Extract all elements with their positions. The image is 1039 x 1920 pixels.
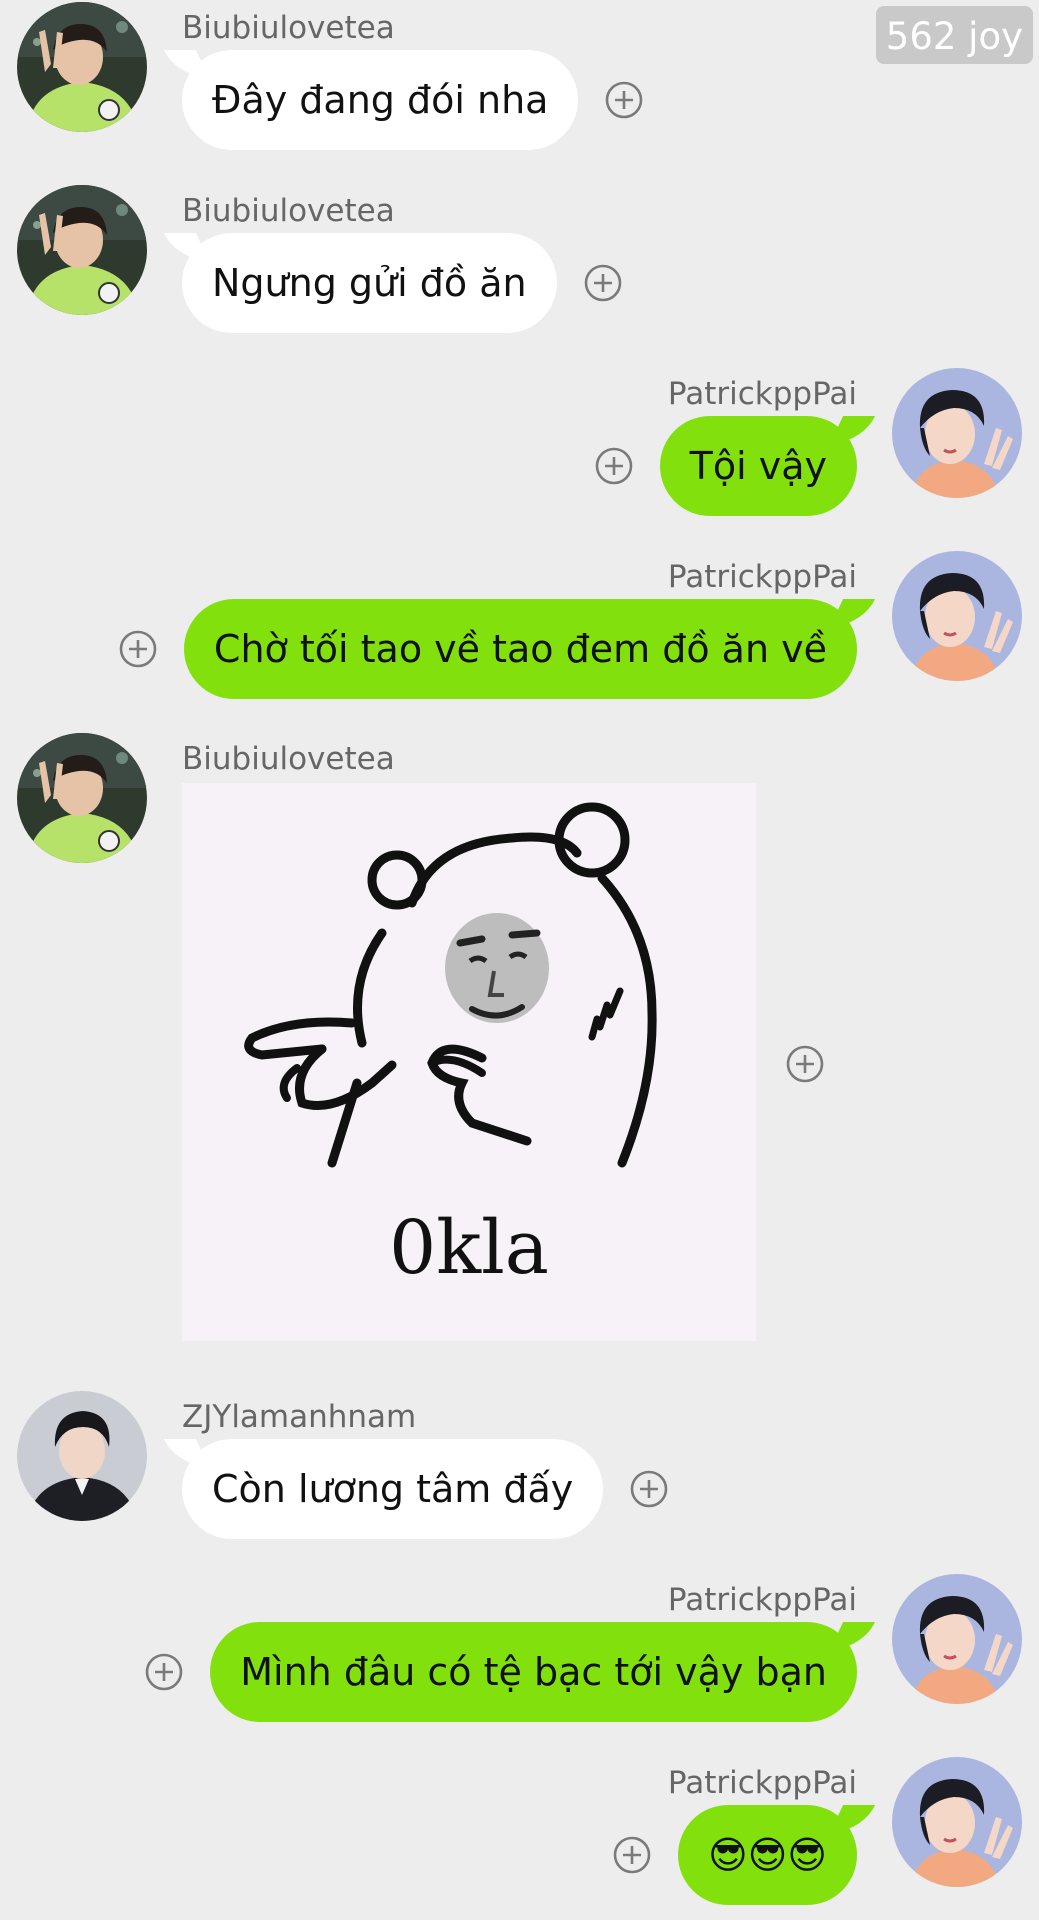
plus-circle-icon[interactable] xyxy=(629,1469,669,1509)
message-bubble[interactable]: 😎😎😎 xyxy=(678,1805,857,1905)
message-bubble[interactable]: Chờ tối tao về tao đem đồ ăn về xyxy=(183,599,857,699)
sticker-image[interactable]: 0kla xyxy=(182,783,756,1341)
avatar-patrickpppai[interactable] xyxy=(892,1574,1022,1704)
message-bubble[interactable]: Mình đâu có tệ bạc tới vậy bạn xyxy=(210,1622,857,1722)
avatar-patrickpppai[interactable] xyxy=(892,1757,1022,1887)
chat-history[interactable]: 562 joy Biubiulovetea Đây đang đói nha B… xyxy=(0,0,1039,1920)
avatar-biubiulovetea[interactable] xyxy=(17,185,147,315)
avatar-biubiulovetea[interactable] xyxy=(17,2,147,132)
plus-circle-icon[interactable] xyxy=(118,629,158,669)
watermark-label: 562 joy xyxy=(875,6,1033,64)
sticker-caption: 0kla xyxy=(389,1205,549,1291)
plus-circle-icon[interactable] xyxy=(583,263,623,303)
message-bubble[interactable]: Ngưng gửi đồ ăn xyxy=(182,233,557,333)
avatar-zjylamanhnam[interactable] xyxy=(17,1391,147,1521)
message-bubble[interactable]: Tội vậy xyxy=(659,416,857,516)
sender-name: Biubiulovetea xyxy=(182,10,395,46)
avatar-patrickpppai[interactable] xyxy=(892,368,1022,498)
message-bubble[interactable]: Còn lương tâm đấy xyxy=(182,1439,604,1539)
sender-name: Biubiulovetea xyxy=(182,193,395,229)
sender-name: PatrickppPai xyxy=(667,559,857,595)
avatar-biubiulovetea[interactable] xyxy=(17,733,147,863)
sender-name: PatrickppPai xyxy=(667,1765,857,1801)
sender-name: ZJYlamanhnam xyxy=(182,1399,417,1435)
plus-circle-icon[interactable] xyxy=(604,80,644,120)
plus-circle-icon[interactable] xyxy=(144,1652,184,1692)
plus-circle-icon[interactable] xyxy=(594,446,634,486)
plus-circle-icon[interactable] xyxy=(785,1044,825,1084)
sender-name: Biubiulovetea xyxy=(182,741,395,777)
sender-name: PatrickppPai xyxy=(667,1582,857,1618)
plus-circle-icon[interactable] xyxy=(612,1835,652,1875)
sender-name: PatrickppPai xyxy=(667,376,857,412)
avatar-patrickpppai[interactable] xyxy=(892,551,1022,681)
message-bubble[interactable]: Đây đang đói nha xyxy=(182,50,579,150)
